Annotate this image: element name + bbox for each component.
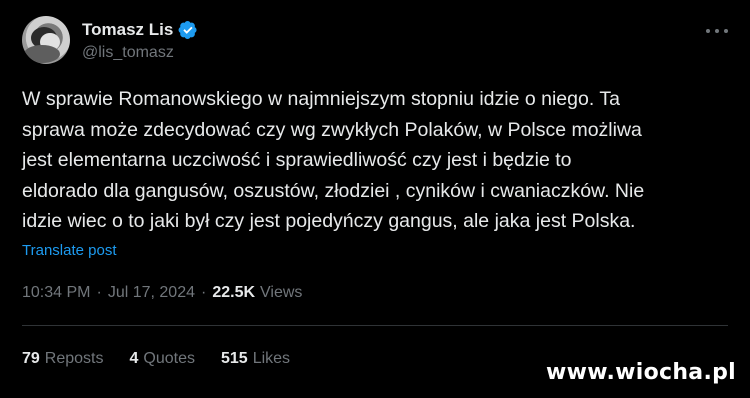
tweet-metadata: 10:34 PM · Jul 17, 2024 · 22.5K Views — [22, 284, 302, 302]
views-label: Views — [260, 284, 303, 301]
more-options-icon[interactable] — [706, 26, 728, 36]
quotes-label: Quotes — [143, 350, 195, 367]
likes-count: 515 — [221, 350, 248, 367]
reposts-count: 79 — [22, 350, 40, 367]
tweet-text: W sprawie Romanowskiego w najmniejszym s… — [22, 88, 645, 232]
quotes-count: 4 — [129, 350, 139, 367]
user-handle[interactable]: @lis_tomasz — [82, 44, 174, 62]
dot — [724, 29, 728, 33]
meta-separator: · — [201, 284, 207, 301]
display-name[interactable]: Tomasz Lis — [82, 20, 173, 40]
likes-label: Likes — [252, 350, 291, 367]
reposts-label: Reposts — [44, 350, 104, 367]
divider — [22, 325, 728, 326]
likes-stat[interactable]: 515 Likes — [221, 350, 290, 368]
views-count: 22.5K — [212, 284, 256, 301]
engagement-stats: 79 Reposts 4 Quotes 515 Likes — [22, 350, 316, 368]
avatar[interactable] — [22, 16, 70, 64]
name-row: Tomasz Lis — [82, 19, 198, 41]
quotes-stat[interactable]: 4 Quotes — [130, 350, 196, 368]
dot — [715, 29, 719, 33]
reposts-stat[interactable]: 79 Reposts — [22, 350, 104, 368]
dot — [706, 29, 710, 33]
tweet-date[interactable]: Jul 17, 2024 — [108, 284, 195, 302]
verified-badge-icon — [178, 21, 197, 39]
meta-separator: · — [96, 284, 102, 301]
watermark: www.wiocha.pl — [546, 360, 736, 385]
tweet-header: Tomasz Lis @lis_tomasz — [22, 16, 728, 72]
tweet-time[interactable]: 10:34 PM — [22, 284, 90, 302]
translate-post-link[interactable]: Translate post — [22, 242, 117, 259]
